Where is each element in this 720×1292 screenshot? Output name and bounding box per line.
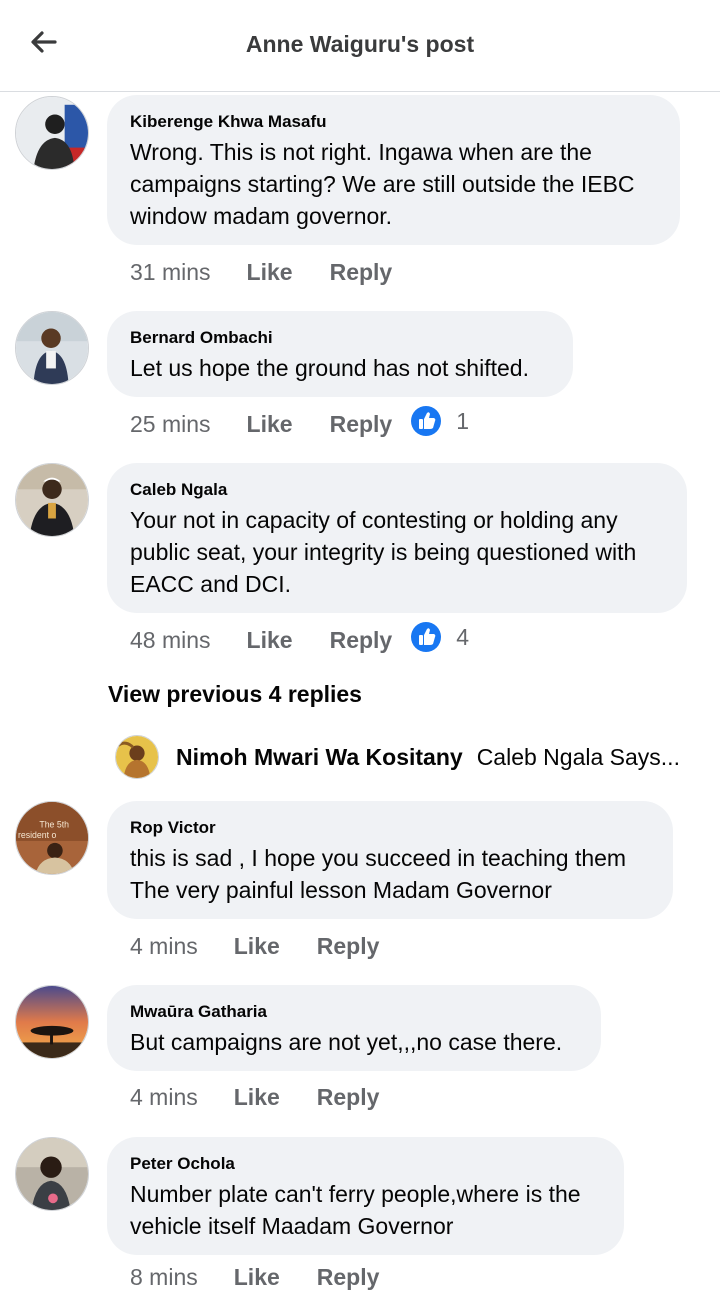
reply-button[interactable]: Reply: [330, 411, 393, 438]
avatar-caption: resident o: [18, 830, 57, 840]
reply-button[interactable]: Reply: [317, 933, 380, 960]
comment-bubble: Mwaūra Gatharia But campaigns are not ye…: [107, 985, 601, 1071]
like-reaction-icon: [411, 406, 442, 436]
avatar-image: [16, 464, 88, 536]
view-previous-replies-link[interactable]: View previous 4 replies: [108, 681, 362, 708]
page-title: Anne Waiguru's post: [245, 31, 475, 57]
reply-button[interactable]: Reply: [317, 1264, 380, 1291]
comment-bubble: Kiberenge Khwa Masafu Wrong. This is not…: [107, 95, 680, 245]
nested-reply-preview[interactable]: Nimoh Mwari Wa Kositany Caleb Ngala Says…: [115, 734, 715, 780]
like-button[interactable]: Like: [247, 411, 293, 438]
like-button[interactable]: Like: [234, 1084, 280, 1111]
top-bar: Anne Waiguru's post: [0, 0, 720, 92]
comment-time[interactable]: 4 mins: [130, 1084, 198, 1111]
reactions[interactable]: 1: [410, 405, 469, 437]
avatar[interactable]: The 5th resident o: [15, 801, 89, 875]
comment-text: Let us hope the ground has not shifted.: [130, 352, 550, 384]
like-button[interactable]: Like: [247, 627, 293, 654]
comment-line: campaigns starting? We are still outside…: [130, 171, 635, 197]
comment-bubble: Rop Victor this is sad , I hope you succ…: [107, 801, 673, 919]
avatar[interactable]: [15, 311, 89, 385]
comment-line: Number plate can't ferry people,where is…: [130, 1181, 581, 1207]
comment-meta: 48 mins Like Reply 4: [130, 622, 469, 655]
avatar-image: [116, 736, 158, 778]
comment-time[interactable]: 31 mins: [130, 259, 211, 286]
like-button[interactable]: Like: [234, 1264, 280, 1291]
comment-time[interactable]: 8 mins: [130, 1264, 198, 1291]
avatar[interactable]: [115, 735, 159, 779]
avatar[interactable]: [15, 96, 89, 170]
comment-bubble: Bernard Ombachi Let us hope the ground h…: [107, 311, 573, 397]
comment-time[interactable]: 25 mins: [130, 411, 211, 438]
comment-line: Wrong. This is not right. Ingawa when ar…: [130, 139, 592, 165]
avatar[interactable]: [15, 463, 89, 537]
comment-author[interactable]: Kiberenge Khwa Masafu: [130, 112, 657, 132]
avatar-image: [16, 312, 88, 384]
avatar[interactable]: [15, 1137, 89, 1211]
avatar[interactable]: [15, 985, 89, 1059]
comment-text: But campaigns are not yet,,,no case ther…: [130, 1026, 578, 1058]
like-button[interactable]: Like: [234, 933, 280, 960]
comment-line: public seat, your integrity is being que…: [130, 539, 637, 565]
comment-bubble: Caleb Ngala Your not in capacity of cont…: [107, 463, 687, 613]
avatar-image: The 5th resident o: [16, 802, 88, 874]
comment-line: window madam governor.: [130, 203, 393, 229]
reaction-count: 4: [456, 623, 470, 650]
reaction-count: 1: [456, 407, 470, 434]
comment-author[interactable]: Rop Victor: [130, 818, 650, 838]
comment-line: vehicle itself Maadam Governor: [130, 1213, 454, 1239]
comment-meta: 25 mins Like Reply 1: [130, 406, 469, 439]
comment-time[interactable]: 4 mins: [130, 933, 198, 960]
nested-reply-author[interactable]: Nimoh Mwari Wa Kositany: [176, 744, 463, 771]
comment-bubble: Peter Ochola Number plate can't ferry pe…: [107, 1137, 624, 1255]
avatar-image: [16, 1138, 88, 1210]
avatar-image: [16, 986, 88, 1058]
avatar-image: [16, 97, 88, 169]
reply-button[interactable]: Reply: [330, 627, 393, 654]
comment-author[interactable]: Bernard Ombachi: [130, 328, 550, 348]
comment-meta: 8 mins Like Reply: [130, 1262, 379, 1292]
reply-button[interactable]: Reply: [330, 259, 393, 286]
like-button[interactable]: Like: [247, 259, 293, 286]
comment-text: Wrong. This is not right. Ingawa when ar…: [130, 136, 657, 232]
comment-line: The very painful lesson Madam Governor: [130, 877, 552, 903]
comment-line: Your not in capacity of contesting or ho…: [130, 507, 618, 533]
comment-meta: 31 mins Like Reply: [130, 257, 392, 287]
comment-text: Number plate can't ferry people,where is…: [130, 1178, 601, 1242]
comment-text: Your not in capacity of contesting or ho…: [130, 504, 664, 600]
comment-line: EACC and DCI.: [130, 571, 292, 597]
comment-line: But campaigns are not yet,,,no case ther…: [130, 1029, 563, 1055]
comment-meta: 4 mins Like Reply: [130, 931, 379, 961]
reactions[interactable]: 4: [410, 621, 469, 653]
comment-meta: 4 mins Like Reply: [130, 1082, 379, 1112]
reply-button[interactable]: Reply: [317, 1084, 380, 1111]
nested-reply-text: Caleb Ngala Says...: [476, 743, 680, 770]
comment-text: this is sad , I hope you succeed in teac…: [130, 842, 650, 906]
comment-author[interactable]: Mwaūra Gatharia: [130, 1002, 578, 1022]
comment-line: this is sad , I hope you succeed in teac…: [130, 845, 627, 871]
comment-time[interactable]: 48 mins: [130, 627, 211, 654]
comment-author[interactable]: Caleb Ngala: [130, 480, 664, 500]
comment-author[interactable]: Peter Ochola: [130, 1154, 601, 1174]
comment-line: Let us hope the ground has not shifted.: [130, 355, 529, 381]
like-reaction-icon: [411, 622, 442, 652]
avatar-caption: The 5th: [39, 819, 69, 829]
